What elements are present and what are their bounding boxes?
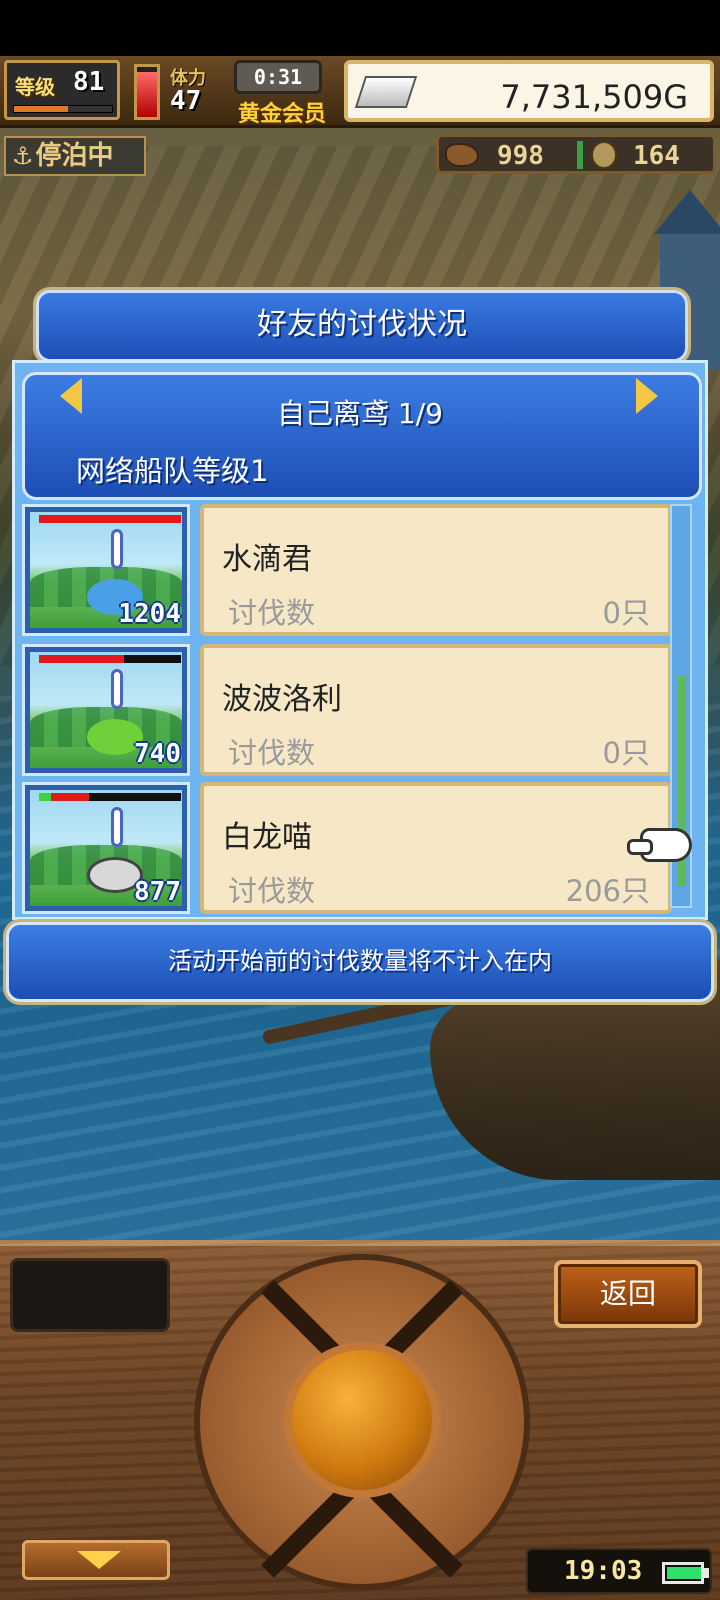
silver-bar-icon	[354, 76, 418, 108]
fleet-level: 网络船队等级1	[76, 454, 269, 488]
monster-number: 1204	[118, 599, 181, 629]
monster-number: 740	[134, 739, 181, 769]
monster-thumbnail: 740	[22, 644, 190, 776]
dialog-title: 好友的讨伐状况	[257, 307, 467, 342]
anchor-icon: ⚓	[12, 142, 34, 170]
monster-number: 877	[134, 877, 181, 907]
defeat-count-label: 讨伐数	[228, 596, 316, 630]
pointing-hand-icon	[627, 828, 692, 862]
docked-status: ⚓停泊中	[4, 136, 146, 176]
gold-display[interactable]: 7,731,509G	[344, 60, 714, 122]
defeat-count: 0只	[602, 736, 650, 770]
defeat-count: 0只	[602, 596, 650, 630]
list-item[interactable]: 1204 水滴君 讨伐数 0只	[22, 504, 678, 636]
down-arrow-icon	[77, 1551, 121, 1569]
resource-bar: 998 164	[436, 134, 716, 174]
monster-name: 波波洛利	[222, 682, 342, 717]
dpad-center-button[interactable]	[284, 1342, 440, 1498]
battery-fill	[667, 1567, 701, 1579]
defeat-count: 206只	[565, 874, 650, 908]
dialog-title-frame: 好友的讨伐状况	[36, 290, 688, 362]
list-item[interactable]: 877 白龙喵 讨伐数 206只	[22, 782, 678, 914]
gold-member-label: 黄金会员	[238, 102, 327, 127]
mini-screen-slot	[10, 1258, 170, 1332]
resource-divider	[577, 141, 583, 169]
docked-status-label: 停泊中	[35, 141, 114, 171]
hp-bar-green-segment	[39, 793, 51, 801]
stamina-value: 47	[170, 86, 202, 116]
monster-name: 白龙喵	[222, 820, 312, 855]
exclamation-icon	[111, 807, 123, 847]
footer-note: 活动开始前的讨伐数量将不计入在内	[168, 947, 552, 975]
monster-name: 水滴君	[222, 542, 312, 577]
footer-note-box: 活动开始前的讨伐数量将不计入在内	[6, 922, 714, 1002]
list-item[interactable]: 740 波波洛利 讨伐数 0只	[22, 644, 678, 776]
xp-bar	[13, 105, 113, 113]
exclamation-icon	[111, 529, 123, 569]
next-page-arrow-icon[interactable]	[636, 378, 658, 414]
exclamation-icon	[111, 669, 123, 709]
monster-card: 白龙喵 讨伐数 206只	[200, 782, 672, 914]
system-status-strip	[0, 0, 720, 56]
hp-bar-fill	[39, 515, 181, 523]
stamina-gauge	[134, 64, 160, 120]
level-value: 81	[73, 67, 105, 97]
level-box: 等级 81	[4, 60, 120, 120]
page-label: 自己离鸢 1/9	[277, 397, 443, 430]
gold-value: 7,731,509G	[500, 78, 688, 116]
monster-card: 水滴君 讨伐数 0只	[200, 504, 672, 636]
hp-bar-fill	[39, 655, 125, 663]
monster-thumbnail: 877	[22, 782, 190, 914]
back-button[interactable]: 返回	[554, 1260, 702, 1328]
clock-time: 19:03	[564, 1556, 643, 1586]
level-label: 等级	[15, 75, 55, 99]
defeat-count-label: 讨伐数	[228, 874, 316, 908]
resource-medal-value: 164	[633, 141, 680, 171]
menu-down-button[interactable]	[22, 1540, 170, 1580]
battery-icon	[662, 1562, 704, 1584]
xp-bar-fill	[14, 106, 68, 112]
stamina-gauge-fill	[137, 72, 157, 117]
stamina-timer: 0:31	[234, 60, 322, 94]
food-icon	[445, 143, 479, 167]
prev-page-arrow-icon[interactable]	[60, 378, 82, 414]
resource-food-value: 998	[497, 141, 544, 171]
hp-bar	[39, 655, 181, 663]
monster-card: 波波洛利 讨伐数 0只	[200, 644, 672, 776]
hp-bar	[39, 793, 181, 801]
battery-tip	[704, 1568, 709, 1578]
defeat-count-label: 讨伐数	[228, 736, 316, 770]
monster-thumbnail: 1204	[22, 504, 190, 636]
hp-bar	[39, 515, 181, 523]
clock-box: 19:03	[526, 1548, 712, 1594]
medal-icon	[591, 141, 617, 169]
